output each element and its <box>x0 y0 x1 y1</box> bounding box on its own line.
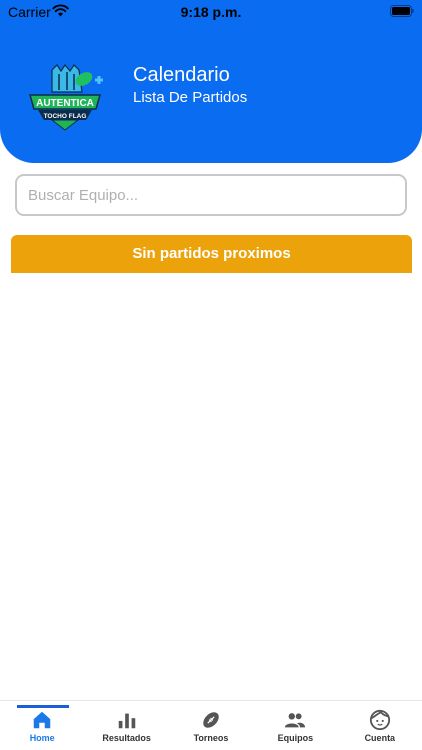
football-icon <box>203 712 219 728</box>
header: Carrier 9:18 p.m. AUTENTICA TOCHO FLAG C… <box>0 0 422 163</box>
battery-icon <box>390 5 414 17</box>
tab-label: Equipos <box>277 733 314 743</box>
tab-equipos[interactable]: Equipos <box>253 701 337 750</box>
tab-label: Home <box>29 733 55 743</box>
tab-cuenta[interactable]: Cuenta <box>338 701 422 750</box>
logo-text-main: AUTENTICA <box>36 98 94 109</box>
bar-chart-icon <box>118 713 135 729</box>
search-input[interactable] <box>15 174 407 216</box>
tab-label: Torneos <box>193 733 229 743</box>
clock: 9:18 p.m. <box>180 4 242 20</box>
tab-torneos[interactable]: Torneos <box>169 701 253 750</box>
tab-home[interactable]: Home <box>0 701 84 750</box>
face-icon <box>369 709 390 731</box>
tab-label: Cuenta <box>364 733 396 743</box>
people-icon <box>285 713 306 728</box>
autentica-logo: AUTENTICA TOCHO FLAG <box>29 63 103 131</box>
home-icon <box>33 711 51 729</box>
active-tab-indicator <box>17 705 69 708</box>
page-title: Calendario <box>133 64 230 86</box>
page-subtitle: Lista De Partidos <box>133 89 248 106</box>
no-matches-banner: Sin partidos proximos <box>11 235 412 273</box>
tab-resultados[interactable]: Resultados <box>84 701 168 750</box>
tab-bar: Home Resultados Torneos Equipos Cuenta <box>0 700 422 750</box>
status-bar: Carrier 9:18 p.m. <box>0 0 422 24</box>
tab-label: Resultados <box>102 733 151 743</box>
logo-text-sub: TOCHO FLAG <box>44 113 87 120</box>
